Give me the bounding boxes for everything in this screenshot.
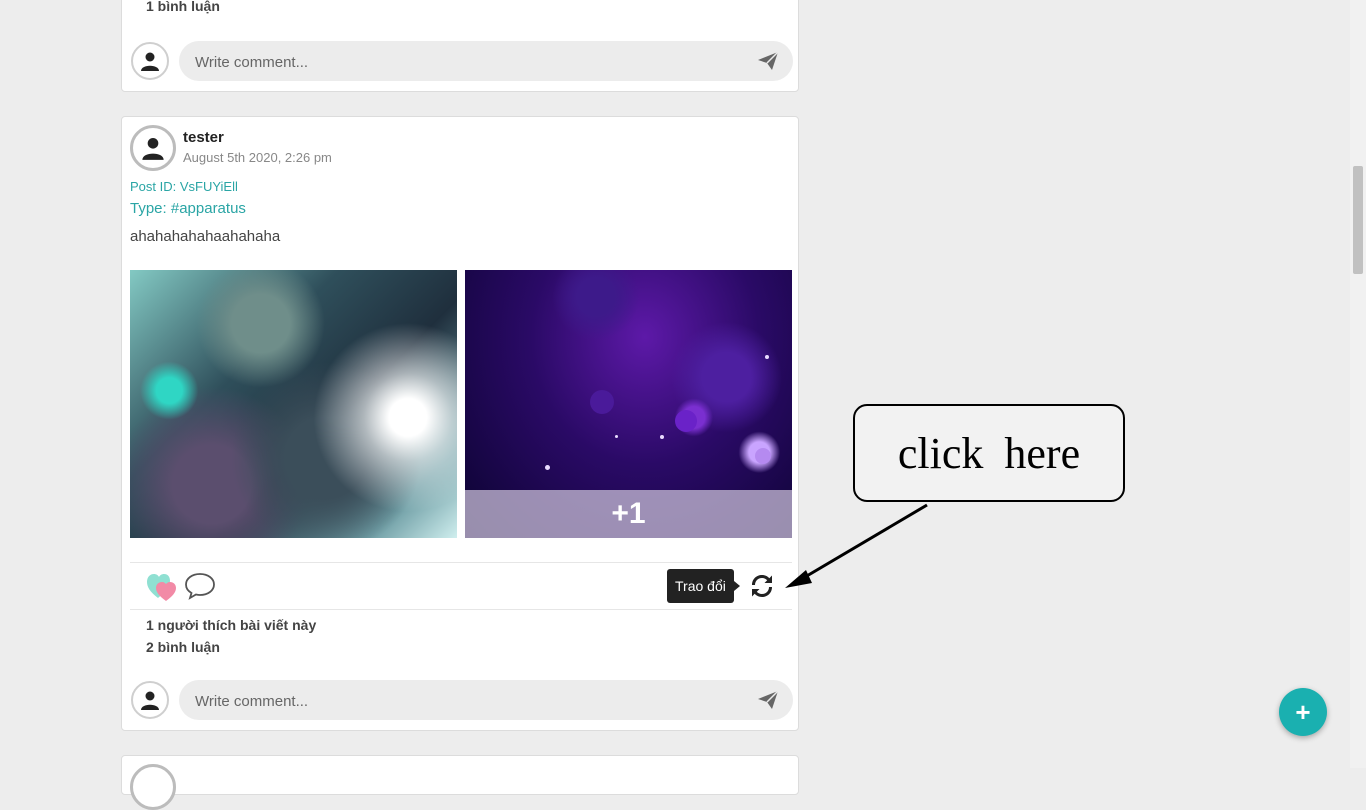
user-avatar-icon — [131, 681, 169, 719]
paper-plane-icon[interactable] — [757, 51, 779, 71]
scrollbar-thumb[interactable] — [1353, 166, 1363, 274]
post-card: tester August 5th 2020, 2:26 pm Post ID:… — [121, 116, 799, 731]
post-date: August 5th 2020, 2:26 pm — [183, 150, 332, 165]
user-avatar-icon[interactable] — [130, 764, 176, 810]
comments-count[interactable]: 2 bình luận — [146, 639, 220, 655]
annotation-callout: click here — [853, 404, 1125, 502]
comment-input-container — [179, 680, 793, 722]
post-actions-bar: Trao đổi — [130, 562, 792, 610]
post-author[interactable]: tester — [183, 129, 224, 146]
user-avatar-icon — [131, 42, 169, 80]
post-image-1[interactable] — [130, 270, 457, 538]
refresh-arrows-icon[interactable] — [746, 570, 778, 602]
exchange-tooltip: Trao đổi — [667, 569, 740, 603]
page-scrollbar[interactable] — [1350, 0, 1366, 768]
user-avatar-icon[interactable] — [130, 125, 176, 171]
post-content: ahahahahahaahahaha — [130, 228, 281, 245]
post-type[interactable]: Type: #apparatus — [130, 200, 246, 217]
comments-count[interactable]: 1 bình luận — [146, 0, 220, 14]
comment-input[interactable] — [193, 680, 737, 722]
comment-input[interactable] — [193, 41, 737, 83]
likes-count[interactable]: 1 người thích bài viết này — [146, 617, 316, 633]
hearts-icon[interactable] — [146, 572, 178, 602]
annotation-arrow — [785, 503, 928, 588]
speech-bubble-icon[interactable] — [184, 572, 216, 600]
post-id: Post ID: VsFUYiEll — [130, 179, 238, 194]
post-image-2[interactable]: +1 — [465, 270, 792, 538]
more-images-overlay[interactable]: +1 — [465, 490, 792, 538]
comment-input-container — [179, 41, 793, 83]
add-post-button[interactable]: + — [1279, 688, 1327, 736]
paper-plane-icon[interactable] — [757, 690, 779, 710]
post-card-previous: 1 bình luận — [121, 0, 799, 92]
post-card-next — [121, 755, 799, 810]
